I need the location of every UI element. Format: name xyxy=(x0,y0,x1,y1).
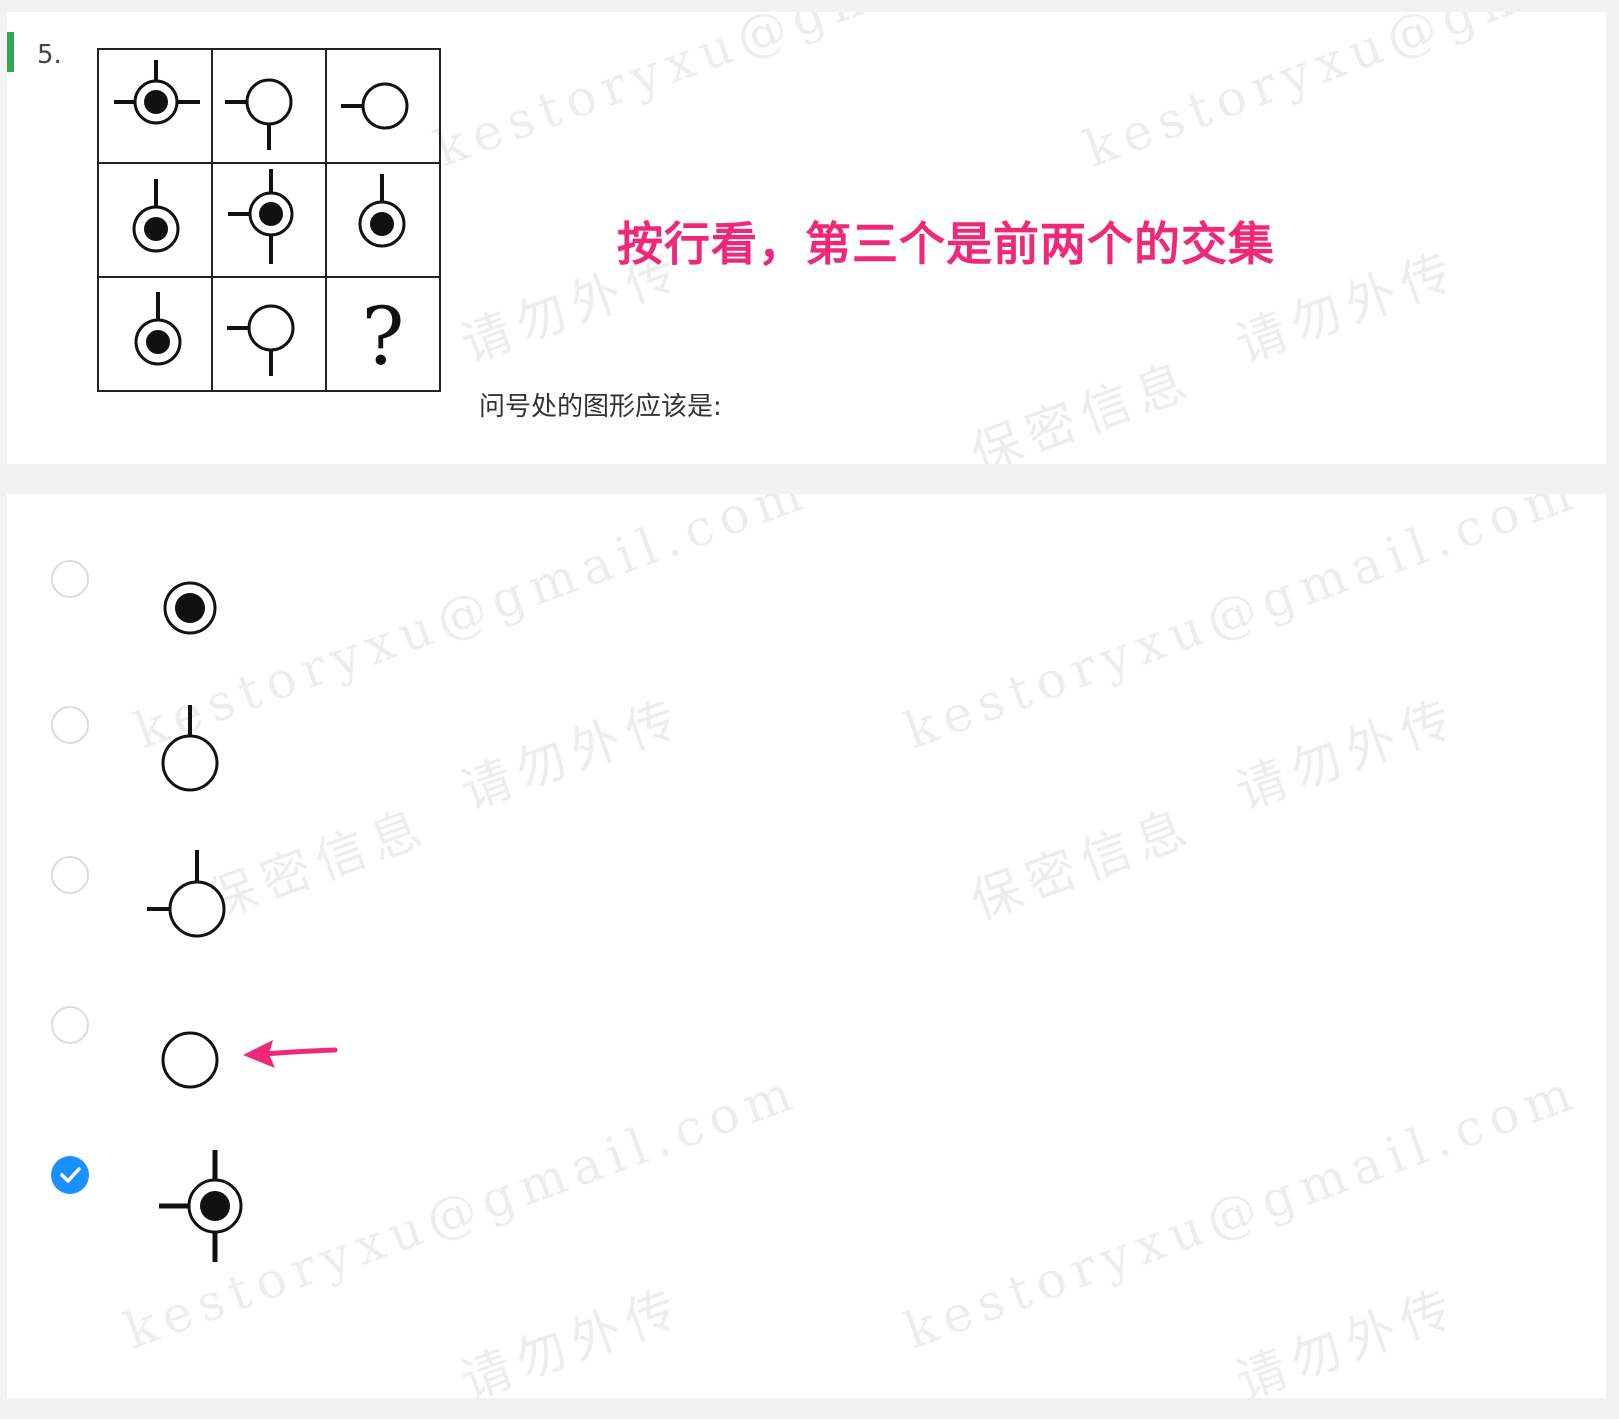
arrow-left-icon xyxy=(243,1040,338,1068)
circle-filled-dot-top-icon xyxy=(132,179,180,253)
option-e[interactable] xyxy=(7,1134,1606,1264)
circle-empty-top-icon xyxy=(161,705,219,792)
circle-filled-dot-icon xyxy=(163,581,217,635)
circle-filled-dot-top-left-bottom-icon xyxy=(228,169,294,264)
question-card: kestoryxu@gmail.com kestoryxu@gmail.com … xyxy=(7,12,1606,464)
question-grid-figure: ? xyxy=(97,48,441,392)
question-prompt: 问号处的图形应该是: xyxy=(479,392,722,422)
question-mark-icon: ? xyxy=(362,290,405,383)
watermark-confidential: 请勿外传 xyxy=(1228,1277,1467,1398)
circle-empty-left-icon xyxy=(341,82,409,130)
circle-empty-left-bottom-icon xyxy=(225,78,293,150)
options-card: kestoryxu@gmail.com kestoryxu@gmail.com … xyxy=(7,494,1606,1398)
option-b-radio[interactable] xyxy=(51,706,89,744)
option-a-radio[interactable] xyxy=(51,560,89,598)
option-c-radio[interactable] xyxy=(51,856,89,894)
question-page: kestoryxu@gmail.com kestoryxu@gmail.com … xyxy=(0,0,1619,1419)
watermark-email: kestoryxu@gmail.com xyxy=(427,12,1117,179)
circle-filled-dot-top-icon xyxy=(358,174,406,248)
watermark-confidential: 请勿外传 xyxy=(453,1277,692,1398)
answer-hint-annotation: 按行看，第三个是前两个的交集 xyxy=(617,217,1275,271)
circle-filled-dot-top-left-right-icon xyxy=(114,60,200,125)
checkmark-icon xyxy=(60,1167,81,1183)
circle-filled-dot-top-left-bottom-icon xyxy=(159,1150,243,1262)
option-d[interactable] xyxy=(7,984,1606,1114)
option-c[interactable] xyxy=(7,834,1606,964)
question-accent-bar xyxy=(7,32,14,72)
option-b[interactable] xyxy=(7,684,1606,814)
option-e-radio[interactable] xyxy=(51,1156,89,1194)
watermark-email: kestoryxu@gmail.com xyxy=(1077,12,1606,179)
circle-filled-dot-top-icon xyxy=(134,292,182,366)
watermark-secret: 保密信息 xyxy=(963,350,1202,464)
circle-empty-left-bottom-icon xyxy=(227,304,295,376)
option-a[interactable] xyxy=(7,534,1606,664)
question-number: 5. xyxy=(37,40,62,70)
option-d-radio[interactable] xyxy=(51,1006,89,1044)
circle-empty-icon xyxy=(161,1031,219,1089)
circle-empty-top-left-icon xyxy=(147,850,226,938)
